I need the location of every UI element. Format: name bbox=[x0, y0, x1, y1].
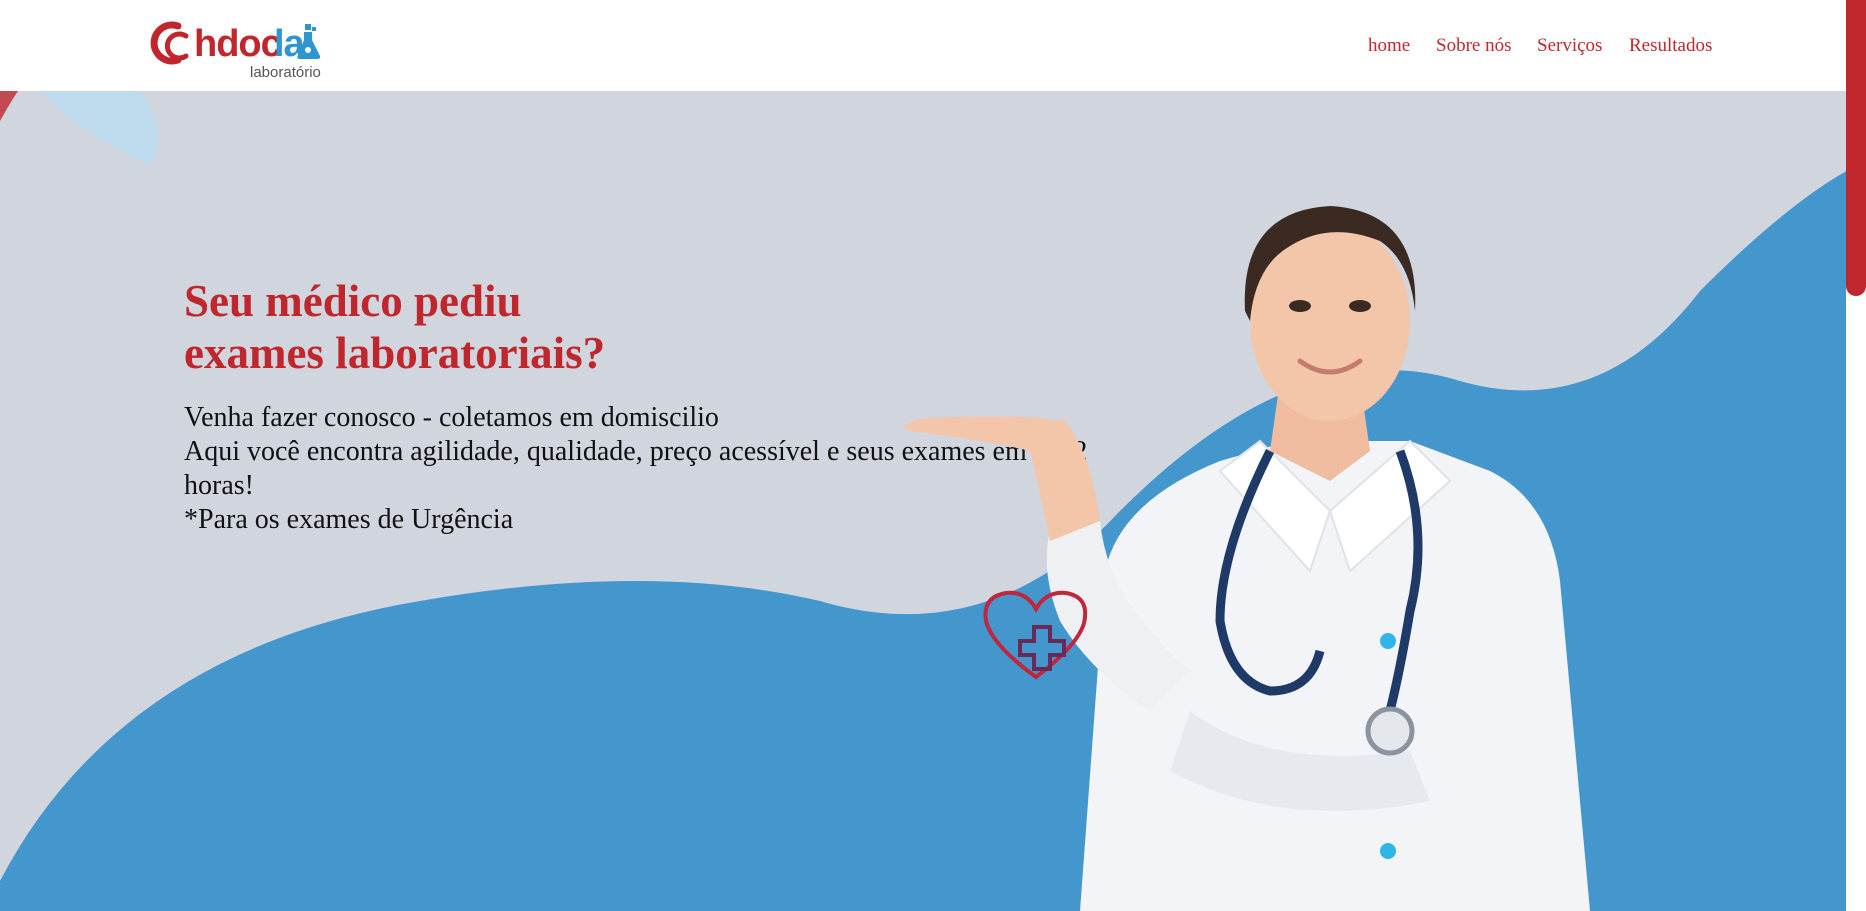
hdoc-logo-icon bbox=[150, 21, 189, 65]
nav-sobre-nos[interactable]: Sobre nós bbox=[1436, 34, 1511, 58]
hero-title-line2: exames laboratoriais? bbox=[184, 328, 606, 378]
brand-subtitle: laboratório bbox=[250, 64, 321, 81]
brand-name-part1: hdoc bbox=[194, 23, 282, 65]
nav-home[interactable]: home bbox=[1368, 34, 1410, 58]
hero-title: Seu médico pediu exames laboratoriais? bbox=[184, 275, 884, 379]
site-header: hdoc la laboratório home Sobre nós Servi… bbox=[0, 0, 1866, 91]
doctor-illustration bbox=[904, 206, 1590, 911]
hero-title-line1: Seu médico pediu bbox=[184, 276, 522, 326]
nav-resultados[interactable]: Resultados bbox=[1629, 34, 1712, 58]
hero-section: Seu médico pediu exames laboratoriais? V… bbox=[0, 91, 1866, 911]
brand-logo[interactable]: hdoc la laboratório bbox=[148, 18, 324, 84]
nav-servicos[interactable]: Serviços bbox=[1537, 34, 1602, 58]
flask-icon bbox=[297, 24, 321, 59]
page-scrollbar-thumb[interactable] bbox=[1846, 0, 1866, 296]
heart-cross-icon bbox=[983, 590, 1088, 680]
